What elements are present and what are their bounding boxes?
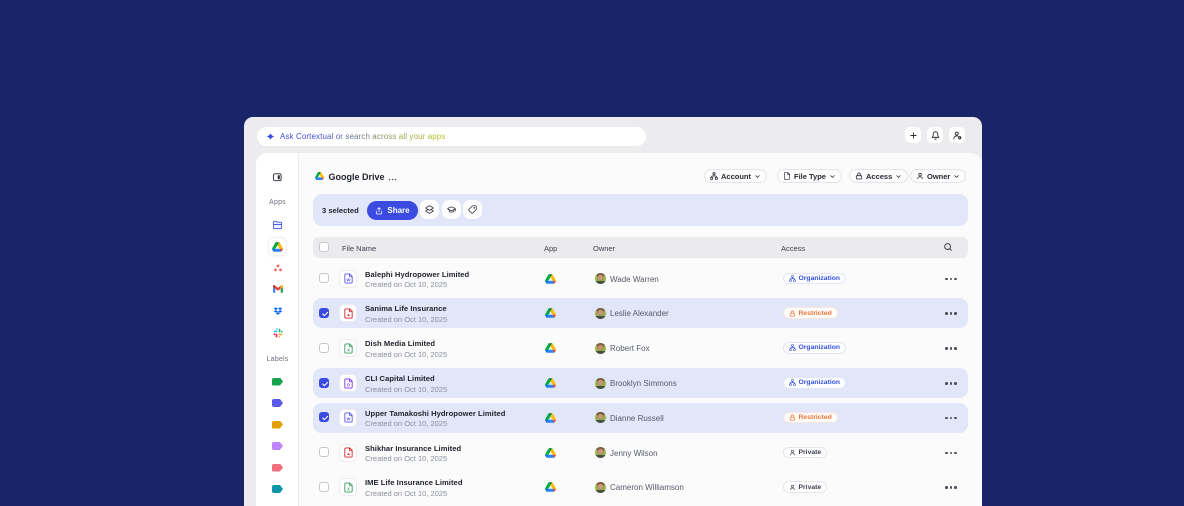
svg-text:O: O (346, 382, 350, 387)
svg-text:X: X (347, 486, 350, 491)
svg-text:X: X (347, 347, 350, 352)
svg-text:W: W (346, 278, 350, 283)
svg-text:W: W (346, 417, 350, 422)
